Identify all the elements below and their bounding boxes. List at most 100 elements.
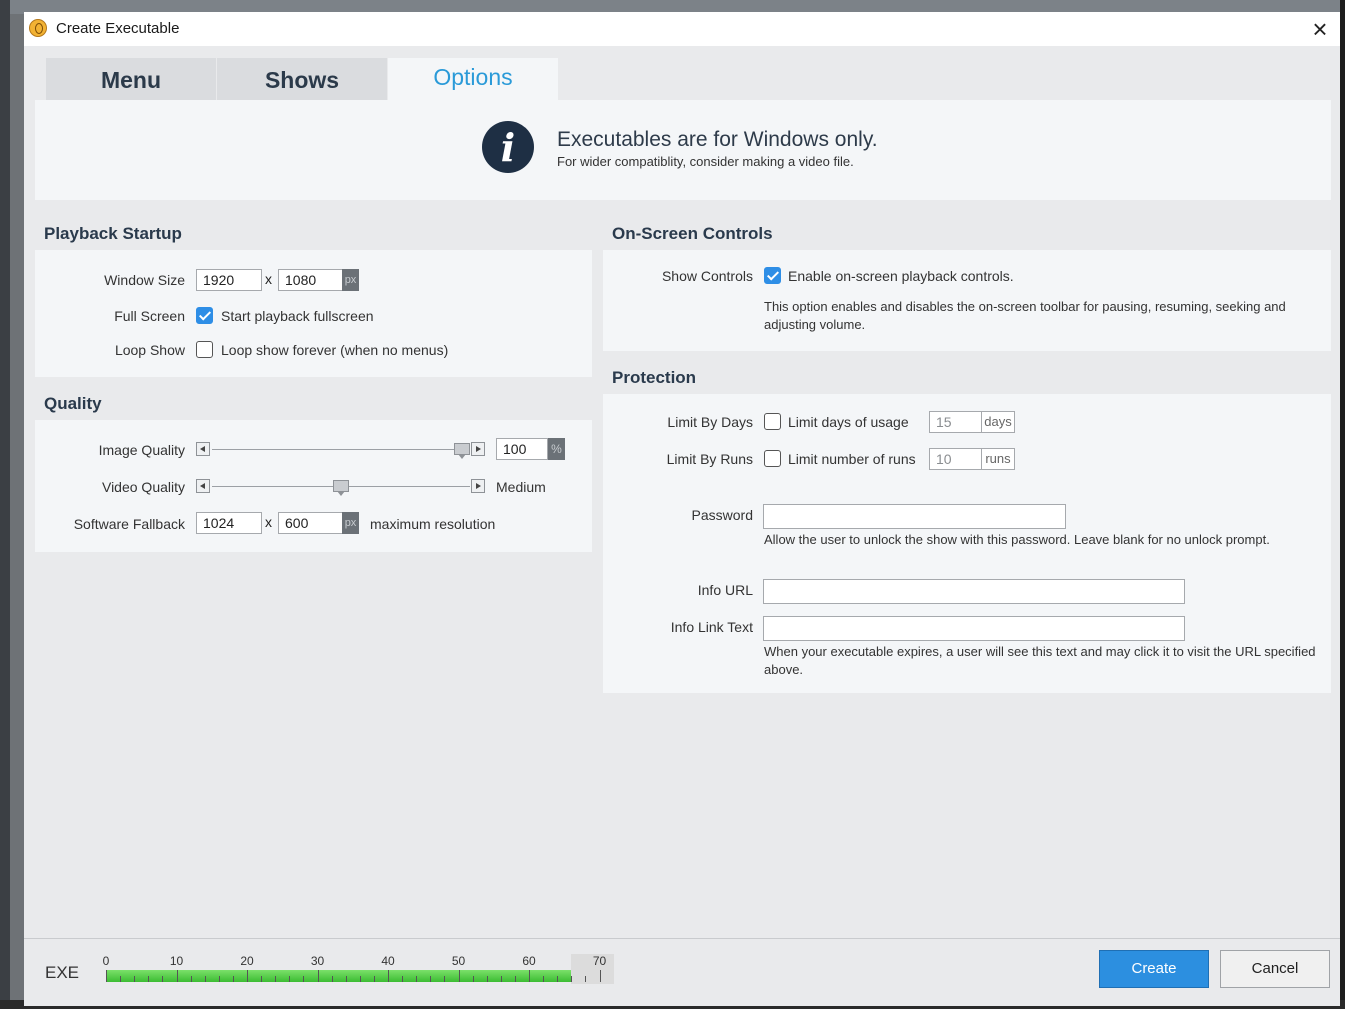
progress-minor-tick (232, 976, 234, 982)
progress-tick (317, 970, 319, 982)
banner-title: Executables are for Windows only. (557, 128, 878, 151)
password-input[interactable] (763, 504, 1066, 529)
image-quality-thumb[interactable] (454, 443, 470, 459)
info-url-label: Info URL (697, 582, 753, 598)
progress-minor-tick (134, 976, 136, 982)
progress-minor-tick (585, 976, 587, 982)
show-controls-checkbox[interactable] (764, 267, 781, 284)
window-size-label: Window Size (104, 272, 185, 288)
quality-section-title: Quality (44, 394, 102, 413)
progress-tick-label: 0 (102, 954, 110, 968)
image-quality-unit: % (548, 438, 565, 460)
progress-minor-tick (430, 976, 432, 982)
create-executable-dialog: Create Executable × Menu Shows Options i… (24, 12, 1340, 1006)
banner-subtitle: For wider compatiblity, consider making … (557, 154, 854, 169)
limit-days-input[interactable]: 15 (929, 411, 982, 433)
progress-tick-label: 40 (381, 954, 395, 968)
progress-tick (599, 970, 601, 982)
progress-tick-label: 30 (310, 954, 325, 968)
image-quality-input[interactable]: 100 (496, 438, 548, 460)
progress-minor-tick (345, 976, 347, 982)
image-quality-decrease[interactable] (196, 442, 210, 456)
fallback-note: maximum resolution (370, 516, 496, 532)
limit-days-unit: days (981, 411, 1015, 433)
info-icon: i (482, 121, 534, 173)
image-quality-label: Image Quality (98, 442, 185, 458)
tab-shows[interactable]: Shows (217, 58, 387, 100)
image-quality-increase[interactable] (471, 442, 485, 456)
info-url-input[interactable] (763, 579, 1185, 604)
password-help: Allow the user to unlock the show with t… (764, 532, 1270, 547)
fallback-separator: x (265, 514, 272, 530)
window-title: Create Executable (56, 20, 180, 37)
limit-runs-text: Limit number of runs (788, 451, 916, 467)
progress-minor-tick (373, 976, 375, 982)
limit-days-text: Limit days of usage (788, 414, 909, 430)
app-logo-icon (29, 19, 47, 37)
progress-tick-label: 20 (240, 954, 254, 968)
fullscreen-text: Start playback fullscreen (221, 308, 374, 324)
video-quality-decrease[interactable] (196, 479, 210, 493)
loop-show-text: Loop show forever (when no menus) (221, 342, 449, 358)
fullscreen-checkbox[interactable] (196, 307, 213, 324)
progress-tick-label: 10 (169, 954, 184, 968)
playback-section-title: Playback Startup (44, 224, 182, 243)
create-button[interactable]: Create (1099, 950, 1209, 988)
limit-days-checkbox[interactable] (764, 413, 781, 430)
progress-minor-tick (190, 976, 192, 982)
protection-section-title: Protection (612, 368, 697, 387)
loop-show-label: Loop Show (114, 342, 185, 358)
fallback-height-input[interactable]: 600 (278, 512, 344, 534)
limit-runs-checkbox[interactable] (764, 450, 781, 467)
info-link-text-input[interactable] (763, 616, 1185, 641)
video-quality-value: Medium (496, 479, 546, 495)
progress-tick (176, 970, 178, 982)
fullscreen-label: Full Screen (114, 308, 185, 324)
controls-description: This option enables and disables the on-… (764, 299, 1286, 332)
progress-tick (388, 970, 389, 982)
progress-minor-tick (402, 976, 404, 982)
show-controls-text: Enable on-screen playback controls. (788, 268, 1014, 284)
progress-tick-label: 70 (592, 954, 607, 968)
software-fallback-label: Software Fallback (73, 516, 185, 532)
progress-minor-tick (500, 976, 502, 982)
cancel-button[interactable]: Cancel (1220, 950, 1330, 988)
close-button[interactable]: × (1304, 14, 1336, 44)
window-height-input[interactable]: 1080 (278, 269, 344, 291)
show-controls-label: Show Controls (661, 268, 753, 284)
progress-minor-tick (275, 976, 277, 982)
size-progress-bar: 0 10 20 30 40 50 60 70 (102, 954, 620, 984)
progress-minor-tick (331, 976, 333, 982)
progress-minor-tick (571, 976, 573, 982)
image-quality-track (212, 449, 470, 450)
info-link-text-label: Info Link Text (670, 619, 753, 635)
limit-runs-input[interactable]: 10 (929, 448, 982, 470)
limit-runs-label: Limit By Runs (666, 451, 753, 467)
tab-menu[interactable]: Menu (46, 58, 216, 100)
window-size-separator: x (265, 271, 272, 287)
fallback-unit: px (342, 512, 359, 534)
video-quality-thumb[interactable] (333, 480, 349, 496)
progress-minor-tick (218, 976, 220, 982)
video-quality-increase[interactable] (471, 479, 485, 493)
close-icon: × (1312, 14, 1328, 44)
progress-tick-label: 50 (451, 954, 466, 968)
progress-minor-tick (204, 976, 206, 982)
desktop-background-right (1340, 0, 1345, 1009)
tab-options[interactable]: Options (388, 58, 558, 100)
quality-panel: Image Quality 100 % Video Quality Medium… (35, 420, 592, 552)
playback-panel: Window Size 1920 x 1080 px Full Screen S… (35, 250, 592, 377)
window-width-input[interactable]: 1920 (196, 269, 262, 291)
footer-divider (24, 938, 1340, 939)
progress-minor-tick (162, 976, 164, 982)
progress-minor-tick (543, 976, 545, 982)
password-label: Password (691, 507, 753, 523)
fallback-width-input[interactable]: 1024 (196, 512, 262, 534)
progress-tick (106, 970, 107, 982)
progress-minor-tick (120, 976, 122, 982)
progress-minor-tick (486, 976, 488, 982)
progress-minor-tick (289, 976, 291, 982)
progress-minor-tick (557, 976, 559, 982)
loop-show-checkbox[interactable] (196, 341, 213, 358)
progress-minor-tick (303, 976, 305, 982)
